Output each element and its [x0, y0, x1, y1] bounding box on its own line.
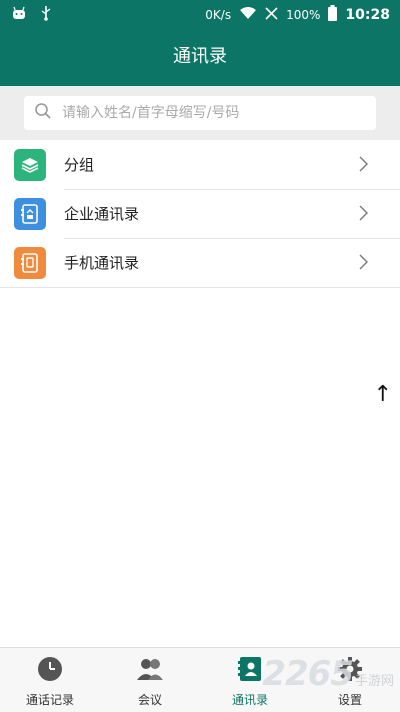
list-item-groups[interactable]: 分组 [0, 140, 400, 190]
tab-label: 会议 [137, 693, 162, 707]
usb-icon [40, 5, 52, 25]
chevron-right-icon [359, 205, 368, 225]
search-input[interactable] [60, 104, 354, 122]
list-item-label: 手机通讯录 [64, 254, 140, 272]
search-icon [24, 102, 52, 124]
status-bar: 0K/s 100% 10:28 [0, 0, 400, 28]
chevron-right-icon [359, 254, 368, 274]
list-item-company-contacts[interactable]: 企业通讯录 [0, 189, 400, 239]
search-bar [0, 86, 400, 140]
battery-percent: 100% [286, 8, 321, 22]
no-signal-icon [265, 6, 278, 24]
network-speed: 0K/s [205, 8, 232, 22]
watermark-logo: 2265 手游网 [262, 654, 394, 694]
list-item-label: 企业通讯录 [64, 205, 140, 223]
people-icon [136, 656, 164, 686]
app-header: 通讯录 [0, 28, 400, 86]
scroll-up-icon[interactable]: ↑ [374, 382, 392, 407]
watermark-number: 2265 [262, 654, 354, 694]
tab-label: 通话记录 [25, 693, 74, 707]
clock-icon [37, 656, 63, 686]
list-item-label: 分组 [64, 156, 95, 174]
layers-icon [14, 148, 46, 181]
watermark-text: 手游网 [354, 674, 394, 689]
search-box[interactable] [24, 96, 376, 130]
contacts-menu-list: 分组 企业通讯录 手机通讯录 [0, 140, 400, 288]
chevron-right-icon [359, 156, 368, 176]
page-title: 通讯录 [173, 46, 227, 67]
phone-contacts-icon [14, 246, 46, 279]
contacts-book-icon [237, 656, 263, 686]
clock-time: 10:28 [345, 7, 390, 23]
wifi-icon [239, 6, 257, 24]
list-item-phone-contacts[interactable]: 手机通讯录 [0, 238, 400, 288]
tab-meeting[interactable]: 会议 [100, 648, 200, 712]
company-contacts-icon [14, 197, 46, 230]
battery-icon [328, 5, 338, 25]
tab-call-log[interactable]: 通话记录 [0, 648, 100, 712]
android-icon [12, 6, 26, 24]
